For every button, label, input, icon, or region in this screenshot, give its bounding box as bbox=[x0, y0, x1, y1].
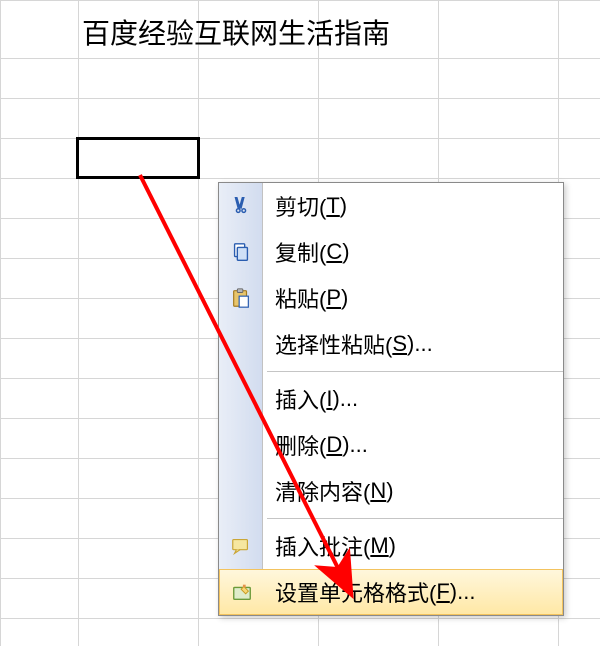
cut-icon bbox=[219, 183, 263, 229]
menu-item-label: 清除内容(N) bbox=[263, 468, 563, 514]
blank-icon bbox=[219, 422, 263, 468]
menu-item-6[interactable]: 删除(D)... bbox=[219, 422, 563, 468]
menu-separator bbox=[219, 514, 563, 523]
comment-icon bbox=[219, 523, 263, 569]
context-menu: 剪切(T)复制(C)粘贴(P)选择性粘贴(S)... 插入(I)...删除(D).… bbox=[218, 182, 564, 616]
menu-item-9[interactable]: 插入批注(M) bbox=[219, 523, 563, 569]
menu-item-10[interactable]: 设置单元格格式(F)... bbox=[219, 569, 563, 615]
menu-item-0[interactable]: 剪切(T) bbox=[219, 183, 563, 229]
menu-item-1[interactable]: 复制(C) bbox=[219, 229, 563, 275]
menu-item-label: 粘贴(P) bbox=[263, 275, 563, 321]
menu-item-label: 插入(I)... bbox=[263, 376, 563, 422]
menu-item-2[interactable]: 粘贴(P) bbox=[219, 275, 563, 321]
menu-item-5[interactable]: 插入(I)... bbox=[219, 376, 563, 422]
menu-separator bbox=[219, 367, 563, 376]
menu-item-label: 删除(D)... bbox=[263, 422, 563, 468]
menu-item-label: 设置单元格格式(F)... bbox=[263, 569, 563, 615]
menu-item-3[interactable]: 选择性粘贴(S)... bbox=[219, 321, 563, 367]
paste-icon bbox=[219, 275, 263, 321]
menu-item-label: 复制(C) bbox=[263, 229, 563, 275]
menu-item-label: 插入批注(M) bbox=[263, 523, 563, 569]
blank-icon bbox=[219, 468, 263, 514]
copy-icon bbox=[219, 229, 263, 275]
menu-item-7[interactable]: 清除内容(N) bbox=[219, 468, 563, 514]
selected-cell[interactable] bbox=[76, 137, 200, 179]
cell-content: 百度经验互联网生活指南 bbox=[82, 12, 390, 52]
blank-icon bbox=[219, 376, 263, 422]
blank-icon bbox=[219, 321, 263, 367]
menu-item-label: 剪切(T) bbox=[263, 183, 563, 229]
menu-item-label: 选择性粘贴(S)... bbox=[263, 321, 563, 367]
format-icon bbox=[219, 569, 263, 615]
